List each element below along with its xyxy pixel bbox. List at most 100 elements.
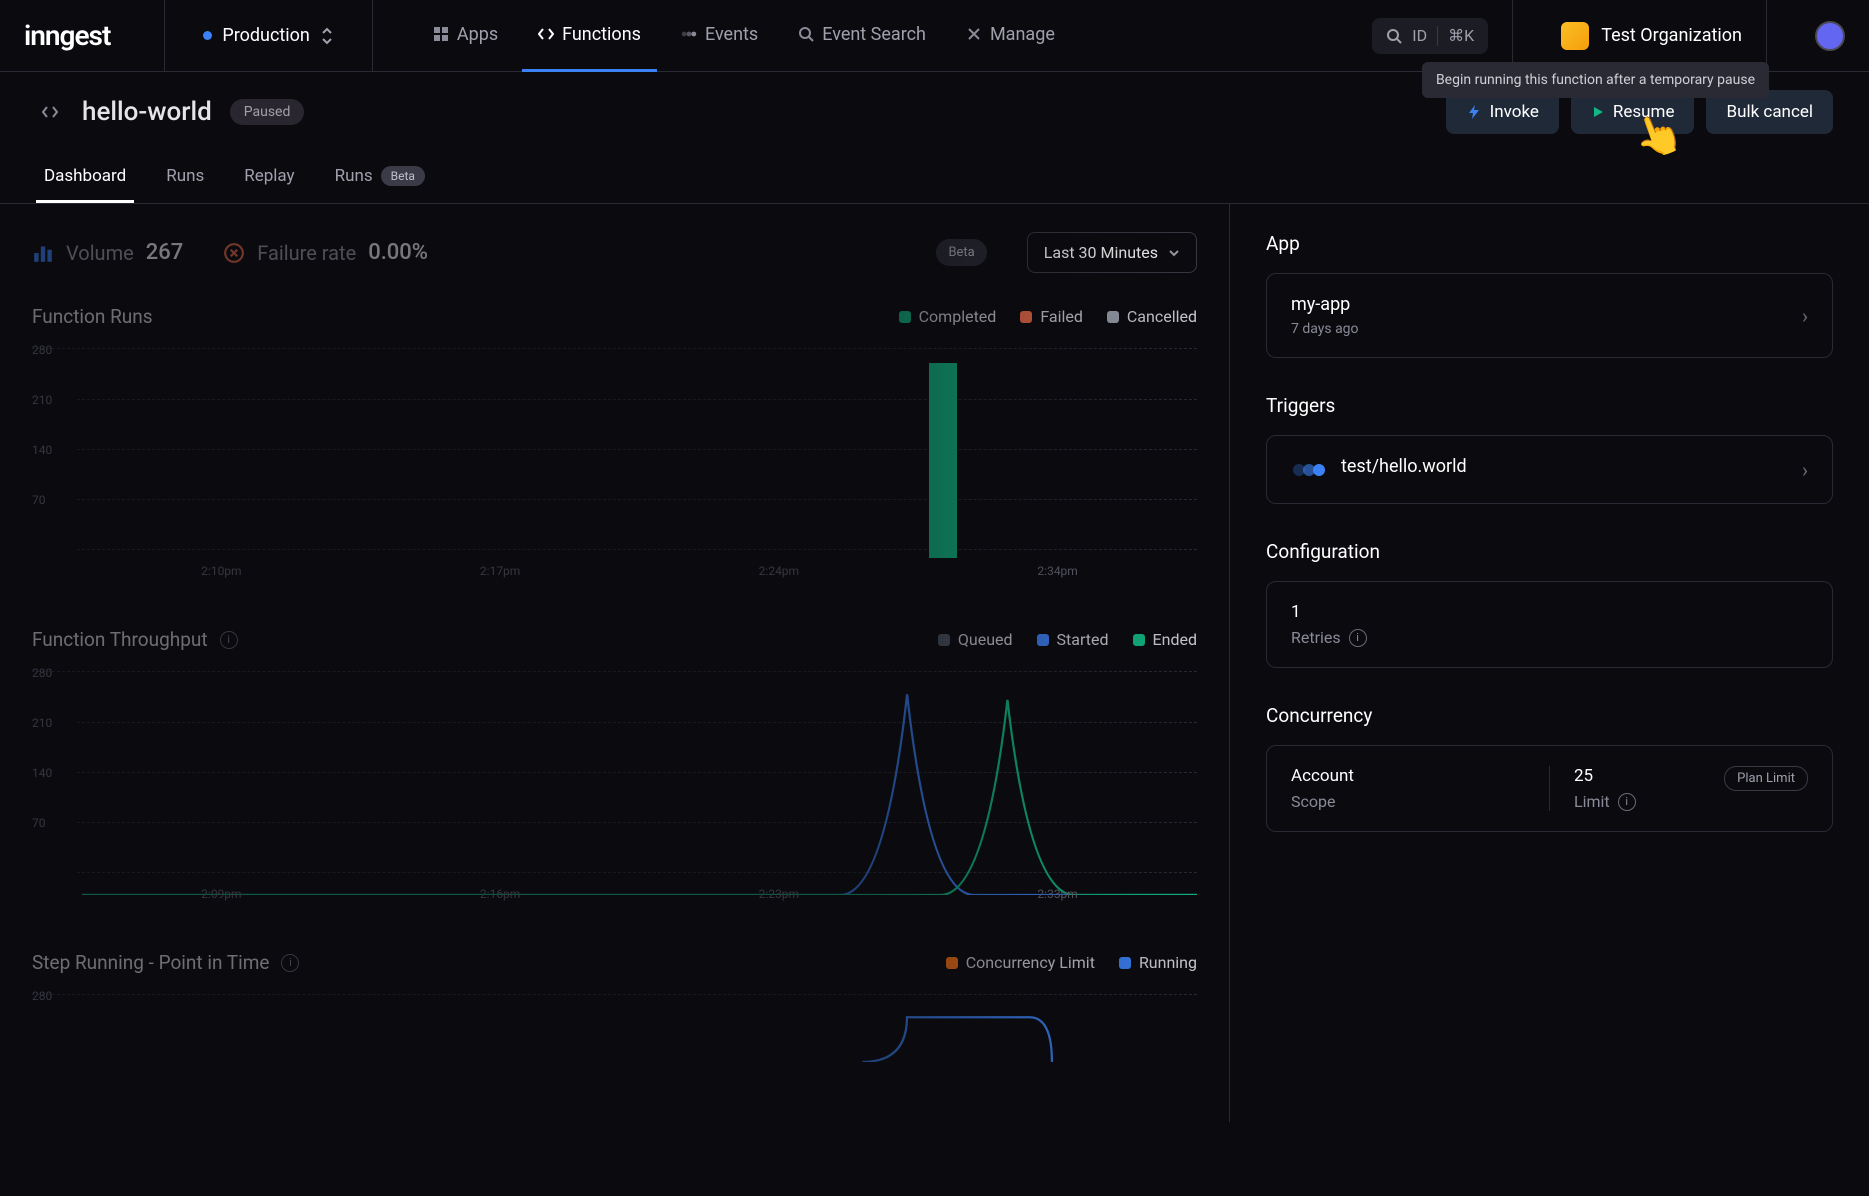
chart-title: Step Running - Point in Time	[32, 951, 269, 974]
scope-label: Scope	[1291, 792, 1525, 811]
tools-icon	[966, 26, 982, 42]
divider	[1512, 0, 1513, 72]
info-icon[interactable]: i	[1349, 629, 1367, 647]
nav-functions[interactable]: Functions	[522, 0, 657, 72]
stats-row: Volume 267 Failure rate 0.00% Beta Last …	[32, 232, 1197, 273]
chart-canvas: 280	[32, 994, 1197, 1054]
trigger-name: test/hello.world	[1341, 456, 1802, 477]
right-panel: App my-app 7 days ago › Triggers test/he…	[1229, 204, 1869, 1122]
function-runs-chart: Function Runs Completed Failed Cancelled…	[32, 305, 1197, 588]
stat-label: Failure rate	[257, 241, 356, 265]
divider	[1766, 0, 1767, 72]
nav-apps[interactable]: Apps	[417, 0, 514, 72]
legend-failed: Failed	[1020, 307, 1083, 326]
chart-canvas: 280 210 140 70 2:10pm 2:17pm 2:24pm 2:34…	[32, 348, 1197, 588]
main-content: Volume 267 Failure rate 0.00% Beta Last …	[0, 204, 1869, 1122]
id-search[interactable]: ID ⌘K	[1372, 18, 1488, 54]
legend-concurrency-limit: Concurrency Limit	[946, 953, 1095, 972]
config-card: 1 Retries i	[1266, 581, 1833, 668]
function-icon	[36, 98, 64, 126]
bar-completed	[929, 363, 957, 558]
failure-icon	[223, 242, 245, 264]
stat-value: 267	[146, 240, 184, 265]
throughput-chart: Function Throughput i Queued Started End…	[32, 628, 1197, 911]
info-icon[interactable]: i	[220, 631, 238, 649]
brand-logo[interactable]: inngest	[24, 19, 110, 52]
function-tabs: Dashboard Runs Replay Runs Beta	[0, 134, 1869, 204]
failure-stat: Failure rate 0.00%	[223, 240, 428, 265]
org-badge-icon	[1561, 22, 1589, 50]
beta-badge: Beta	[936, 239, 986, 266]
trigger-card[interactable]: test/hello.world ›	[1266, 435, 1833, 504]
events-icon	[681, 26, 697, 42]
org-name: Test Organization	[1601, 25, 1742, 46]
plan-limit-badge: Plan Limit	[1724, 766, 1808, 791]
chart-title: Function Throughput	[32, 628, 208, 651]
nav-event-search[interactable]: Event Search	[782, 0, 942, 72]
nav-manage[interactable]: Manage	[950, 0, 1071, 72]
legend-running: Running	[1119, 953, 1197, 972]
trigger-icon	[1291, 460, 1327, 480]
volume-stat: Volume 267	[32, 240, 183, 265]
nav-label: Functions	[562, 24, 641, 45]
chart-legend: Completed Failed Cancelled	[899, 307, 1197, 326]
app-timestamp: 7 days ago	[1291, 321, 1802, 337]
avatar[interactable]	[1815, 21, 1845, 51]
left-panel: Volume 267 Failure rate 0.00% Beta Last …	[0, 204, 1229, 1122]
retries-label: Retries	[1291, 628, 1341, 647]
line-running	[82, 995, 1197, 1062]
nav-label: Event Search	[822, 24, 926, 45]
env-label: Production	[222, 25, 310, 46]
legend-ended: Ended	[1133, 630, 1197, 649]
search-label: ID	[1412, 26, 1427, 45]
line-started	[82, 672, 1197, 895]
limit-label: Limit	[1574, 792, 1610, 811]
chevron-down-icon	[1168, 249, 1180, 257]
volume-icon	[32, 242, 54, 264]
divider	[164, 0, 165, 72]
function-header: hello-world Paused Invoke Resume Bulk ca…	[0, 72, 1869, 134]
nav-label: Events	[705, 24, 758, 45]
function-title: hello-world	[82, 97, 212, 127]
updown-icon	[320, 27, 334, 45]
environment-selector[interactable]: Production	[189, 17, 348, 54]
legend-completed: Completed	[899, 307, 997, 326]
search-kbd: ⌘K	[1448, 26, 1474, 45]
env-status-dot	[203, 31, 212, 40]
tab-runs-beta[interactable]: Runs Beta	[327, 152, 433, 203]
info-icon[interactable]: i	[281, 954, 299, 972]
org-selector[interactable]: Test Organization	[1561, 22, 1742, 50]
tab-label: Runs	[335, 166, 373, 186]
app-section-title: App	[1266, 232, 1833, 255]
concurrency-card: Account Scope 25 Limit i Plan Limit	[1266, 745, 1833, 832]
timerange-selector[interactable]: Last 30 Minutes	[1027, 232, 1197, 273]
app-card[interactable]: my-app 7 days ago ›	[1266, 273, 1833, 358]
config-section-title: Configuration	[1266, 540, 1833, 563]
tab-dashboard[interactable]: Dashboard	[36, 152, 134, 203]
tab-replay[interactable]: Replay	[236, 152, 302, 203]
chart-legend: Concurrency Limit Running	[946, 953, 1197, 972]
triggers-section-title: Triggers	[1266, 394, 1833, 417]
status-badge: Paused	[230, 99, 305, 125]
btn-label: Invoke	[1490, 102, 1539, 122]
timerange-label: Last 30 Minutes	[1044, 243, 1158, 262]
step-running-chart: Step Running - Point in Time i Concurren…	[32, 951, 1197, 1054]
bolt-icon	[1466, 104, 1482, 120]
info-icon[interactable]: i	[1618, 793, 1636, 811]
nav-events[interactable]: Events	[665, 0, 774, 72]
chart-legend: Queued Started Ended	[938, 630, 1197, 649]
resume-tooltip: Begin running this function after a temp…	[1422, 62, 1769, 98]
nav-label: Manage	[990, 24, 1055, 45]
legend-queued: Queued	[938, 630, 1013, 649]
code-icon	[538, 26, 554, 42]
concurrency-section-title: Concurrency	[1266, 704, 1833, 727]
stat-label: Volume	[66, 241, 134, 265]
scope-value: Account	[1291, 766, 1525, 786]
nav-items: Apps Functions Events Event Search Manag…	[417, 0, 1071, 72]
chevron-right-icon: ›	[1802, 304, 1808, 328]
limit-value: 25	[1574, 766, 1724, 786]
search-icon	[1386, 28, 1402, 44]
tab-runs[interactable]: Runs	[158, 152, 212, 203]
legend-cancelled: Cancelled	[1107, 307, 1197, 326]
play-icon	[1591, 105, 1605, 119]
